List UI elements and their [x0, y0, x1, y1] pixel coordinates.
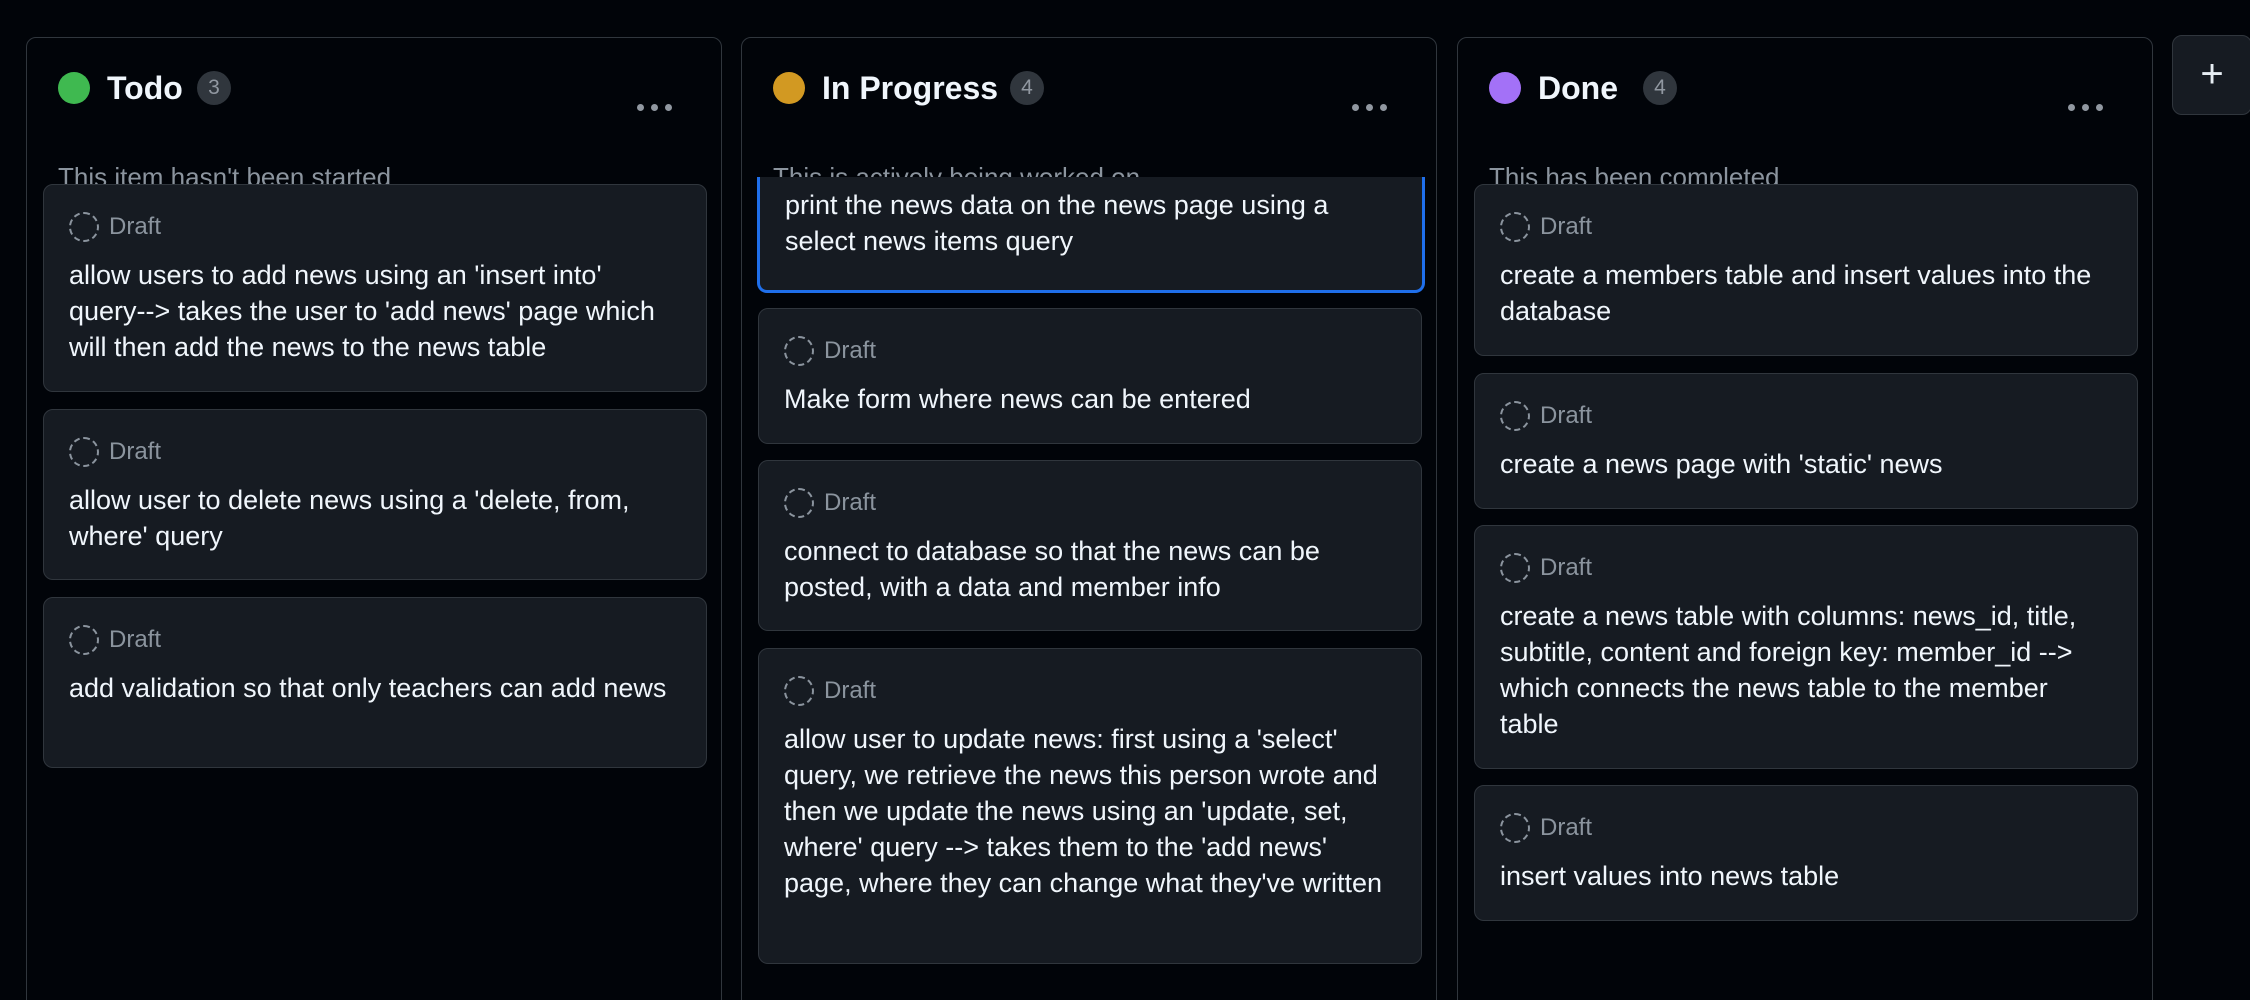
project-board: Todo 3 This item hasn't been started Dra… — [0, 0, 2250, 1000]
draft-icon — [69, 437, 99, 467]
status-dot-icon — [1489, 72, 1521, 104]
draft-icon — [69, 625, 99, 655]
draft-icon — [784, 488, 814, 518]
card-title[interactable]: add validation so that only teachers can… — [69, 670, 681, 706]
item-count-badge: 4 — [1010, 71, 1044, 105]
draft-label: Draft — [1540, 213, 1593, 240]
draft-label: Draft — [109, 213, 162, 240]
card-title[interactable]: allow user to delete news using a 'delet… — [69, 482, 681, 554]
draft-label: Draft — [824, 337, 877, 364]
draft-label: Draft — [1540, 554, 1593, 581]
card[interactable]: Draft allow user to update news: first u… — [758, 648, 1422, 964]
draft-icon — [784, 336, 814, 366]
card-title[interactable]: insert values into news table — [1500, 858, 2112, 894]
card[interactable]: Draft connect to database so that the ne… — [758, 460, 1422, 631]
item-count-badge: 3 — [197, 71, 231, 105]
column-title: Todo — [107, 70, 183, 106]
card-title[interactable]: allow user to update news: first using a… — [784, 721, 1396, 901]
card[interactable]: Draft Make form where news can be entere… — [758, 308, 1422, 444]
draft-label: Draft — [1540, 402, 1593, 429]
card-title[interactable]: create a news page with 'static' news — [1500, 446, 2112, 482]
card-title[interactable]: create a members table and insert values… — [1500, 257, 2112, 329]
card-title[interactable]: connect to database so that the news can… — [784, 533, 1396, 605]
card[interactable]: Draft allow user to delete news using a … — [43, 409, 707, 580]
draft-label: Draft — [109, 438, 162, 465]
column-menu-button[interactable] — [634, 96, 676, 120]
item-count-badge: 4 — [1643, 71, 1677, 105]
draft-icon — [1500, 212, 1530, 242]
card-title[interactable]: allow users to add news using an 'insert… — [69, 257, 681, 365]
card[interactable]: Draft create a news page with 'static' n… — [1474, 373, 2138, 509]
column-done: Done 4 This has been completed Draft cre… — [1457, 37, 2153, 1000]
draft-label: Draft — [824, 489, 877, 516]
draft-icon — [1500, 813, 1530, 843]
column-menu-button[interactable] — [2065, 96, 2107, 120]
card-title[interactable]: Make form where news can be entered — [784, 381, 1396, 417]
draft-label: Draft — [824, 677, 877, 704]
draft-icon — [784, 676, 814, 706]
column-title: Done — [1538, 70, 1618, 106]
card[interactable]: Draft insert values into news table — [1474, 785, 2138, 921]
card[interactable]: Draft create a news table with columns: … — [1474, 525, 2138, 769]
column-todo: Todo 3 This item hasn't been started Dra… — [26, 37, 722, 1000]
card-title[interactable]: print the news data on the news page usi… — [785, 187, 1397, 259]
column-title: In Progress — [822, 70, 999, 106]
draft-label: Draft — [109, 626, 162, 653]
draft-icon — [69, 212, 99, 242]
column-header: Done 4 This has been completed — [1458, 38, 2152, 208]
status-dot-icon — [58, 72, 90, 104]
card[interactable]: Draft allow users to add news using an '… — [43, 184, 707, 392]
ellipsis-icon — [1352, 104, 1359, 111]
draft-icon — [1500, 401, 1530, 431]
card-selected[interactable]: print the news data on the news page usi… — [757, 177, 1425, 293]
plus-icon: + — [2200, 52, 2224, 96]
card[interactable]: Draft add validation so that only teache… — [43, 597, 707, 768]
card[interactable]: Draft create a members table and insert … — [1474, 184, 2138, 356]
ellipsis-icon — [2068, 104, 2075, 111]
card-title[interactable]: create a news table with columns: news_i… — [1500, 598, 2112, 742]
draft-icon — [1500, 553, 1530, 583]
draft-label: Draft — [1540, 814, 1593, 841]
column-menu-button[interactable] — [1349, 96, 1391, 120]
status-dot-icon — [773, 72, 805, 104]
column-in-progress: In Progress 4 This is actively being wor… — [741, 37, 1437, 1000]
column-header: Todo 3 This item hasn't been started — [27, 38, 721, 208]
ellipsis-icon — [637, 104, 644, 111]
add-column-button[interactable]: + — [2172, 35, 2250, 115]
